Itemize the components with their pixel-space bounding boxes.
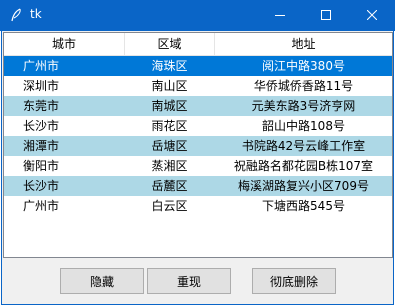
cell-district: 海珠区 xyxy=(151,59,188,73)
minimize-icon xyxy=(275,9,285,23)
title-bar[interactable]: tk xyxy=(0,0,395,31)
close-icon xyxy=(366,9,378,23)
cell-address: 华侨城侨香路11号 xyxy=(253,79,354,93)
maximize-icon xyxy=(321,9,331,23)
cell-city: 衡阳市 xyxy=(23,159,60,173)
hide-button[interactable]: 隐藏 xyxy=(60,268,144,294)
cell-address: 元美东路3号济亨网 xyxy=(251,99,356,113)
column-header-district[interactable]: 区域 xyxy=(125,33,215,55)
table-row[interactable]: 衡阳市 蒸湘区 祝融路名都花园B栋107室 xyxy=(4,156,392,176)
cell-address: 梅溪湖路复兴小区709号 xyxy=(238,179,369,193)
cell-district: 岳麓区 xyxy=(151,179,188,193)
column-header-address[interactable]: 地址 xyxy=(215,33,392,55)
cell-district: 南城区 xyxy=(151,99,188,113)
table-row[interactable]: 东莞市 南城区 元美东路3号济亨网 xyxy=(4,96,392,116)
table-row[interactable]: 长沙市 岳麓区 梅溪湖路复兴小区709号 xyxy=(4,176,392,196)
feather-icon xyxy=(10,8,22,23)
cell-address: 阅江中路380号 xyxy=(262,59,345,73)
table-row[interactable]: 广州市 白云区 下塘西路545号 xyxy=(4,196,392,216)
minimize-button[interactable] xyxy=(257,0,303,31)
cell-city: 东莞市 xyxy=(23,99,60,113)
column-header-city[interactable]: 城市 xyxy=(4,33,125,55)
cell-district: 岳塘区 xyxy=(151,139,188,153)
cell-city: 长沙市 xyxy=(23,119,60,133)
window-title: tk xyxy=(30,7,42,21)
cell-city: 广州市 xyxy=(23,59,60,73)
table-header: 城市 区域 地址 xyxy=(4,33,392,56)
cell-district: 南山区 xyxy=(151,79,188,93)
cell-city: 长沙市 xyxy=(23,179,60,193)
show-button[interactable]: 重现 xyxy=(147,268,231,294)
close-button[interactable] xyxy=(349,0,395,31)
cell-district: 蒸湘区 xyxy=(151,159,188,173)
cell-city: 湘潭市 xyxy=(23,139,60,153)
cell-city: 广州市 xyxy=(23,199,60,213)
table-body: 广州市 海珠区 阅江中路380号 深圳市 南山区 华侨城侨香路11号 东莞市 南… xyxy=(4,56,392,216)
delete-button[interactable]: 彻底删除 xyxy=(252,268,336,294)
cell-address: 下塘西路545号 xyxy=(262,199,345,213)
maximize-button[interactable] xyxy=(303,0,349,31)
cell-address: 韶山中路108号 xyxy=(262,119,345,133)
window-client: 城市 区域 地址 广州市 海珠区 阅江中路380号 深圳市 南山区 华侨城侨香路… xyxy=(1,31,394,305)
table-row[interactable]: 广州市 海珠区 阅江中路380号 xyxy=(4,56,392,76)
table-row[interactable]: 长沙市 雨花区 韶山中路108号 xyxy=(4,116,392,136)
address-treeview[interactable]: 城市 区域 地址 广州市 海珠区 阅江中路380号 深圳市 南山区 华侨城侨香路… xyxy=(3,32,393,258)
cell-city: 深圳市 xyxy=(23,79,60,93)
table-row[interactable]: 深圳市 南山区 华侨城侨香路11号 xyxy=(4,76,392,96)
app-window: tk 城市 区域 地址 广州市 海珠区 阅江中路380号 深圳市 南山区 华侨城… xyxy=(0,0,395,306)
table-row[interactable]: 湘潭市 岳塘区 书院路42号云峰工作室 xyxy=(4,136,392,156)
cell-address: 祝融路名都花园B栋107室 xyxy=(233,159,374,173)
cell-district: 雨花区 xyxy=(151,119,188,133)
cell-district: 白云区 xyxy=(151,199,188,213)
cell-address: 书院路42号云峰工作室 xyxy=(241,139,366,153)
